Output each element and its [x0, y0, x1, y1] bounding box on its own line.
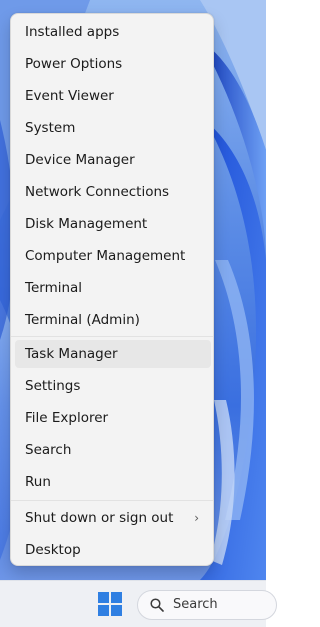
- menu-item-task-manager[interactable]: Task Manager: [15, 340, 211, 368]
- menu-item-label: Terminal (Admin): [25, 312, 140, 328]
- menu-item-label: Event Viewer: [25, 88, 114, 104]
- menu-item-label: Disk Management: [25, 216, 148, 232]
- taskbar-search-box[interactable]: Search: [137, 590, 277, 620]
- menu-item-computer-management[interactable]: Computer Management: [15, 242, 211, 270]
- menu-item-network-connections[interactable]: Network Connections: [15, 178, 211, 206]
- menu-item-system[interactable]: System: [15, 114, 211, 142]
- menu-item-device-manager[interactable]: Device Manager: [15, 146, 211, 174]
- chevron-right-icon: ›: [194, 511, 199, 525]
- menu-item-label: Installed apps: [25, 24, 120, 40]
- menu-separator: [11, 336, 213, 337]
- menu-item-shut-down-or-sign-out[interactable]: Shut down or sign out ›: [15, 504, 211, 532]
- menu-item-desktop[interactable]: Desktop: [15, 536, 211, 564]
- menu-item-label: Desktop: [25, 542, 81, 558]
- menu-item-installed-apps[interactable]: Installed apps: [15, 18, 211, 46]
- menu-item-settings[interactable]: Settings: [15, 372, 211, 400]
- menu-item-event-viewer[interactable]: Event Viewer: [15, 82, 211, 110]
- menu-item-disk-management[interactable]: Disk Management: [15, 210, 211, 238]
- menu-item-label: Terminal: [25, 280, 83, 296]
- menu-item-label: Search: [25, 442, 72, 458]
- menu-item-power-options[interactable]: Power Options: [15, 50, 211, 78]
- search-icon: [150, 598, 164, 612]
- windows-logo-icon: [98, 592, 122, 616]
- menu-item-label: Computer Management: [25, 248, 186, 264]
- menu-item-label: System: [25, 120, 76, 136]
- menu-item-label: Run: [25, 474, 51, 490]
- menu-item-file-explorer[interactable]: File Explorer: [15, 404, 211, 432]
- taskbar: Search: [0, 580, 277, 627]
- menu-item-terminal[interactable]: Terminal: [15, 274, 211, 302]
- menu-item-terminal-admin[interactable]: Terminal (Admin): [15, 306, 211, 334]
- menu-item-search[interactable]: Search: [15, 436, 211, 464]
- menu-item-run[interactable]: Run: [15, 468, 211, 496]
- search-label: Search: [173, 597, 218, 612]
- quick-link-menu: Installed apps Power Options Event Viewer S…: [10, 13, 214, 566]
- menu-item-label: Settings: [25, 378, 81, 394]
- menu-item-label: Device Manager: [25, 152, 135, 168]
- menu-item-label: Task Manager: [25, 346, 118, 362]
- start-button[interactable]: [98, 592, 122, 616]
- menu-item-label: Network Connections: [25, 184, 170, 200]
- menu-item-label: Shut down or sign out: [25, 510, 174, 526]
- menu-item-label: File Explorer: [25, 410, 109, 426]
- menu-item-label: Power Options: [25, 56, 123, 72]
- menu-separator: [11, 500, 213, 501]
